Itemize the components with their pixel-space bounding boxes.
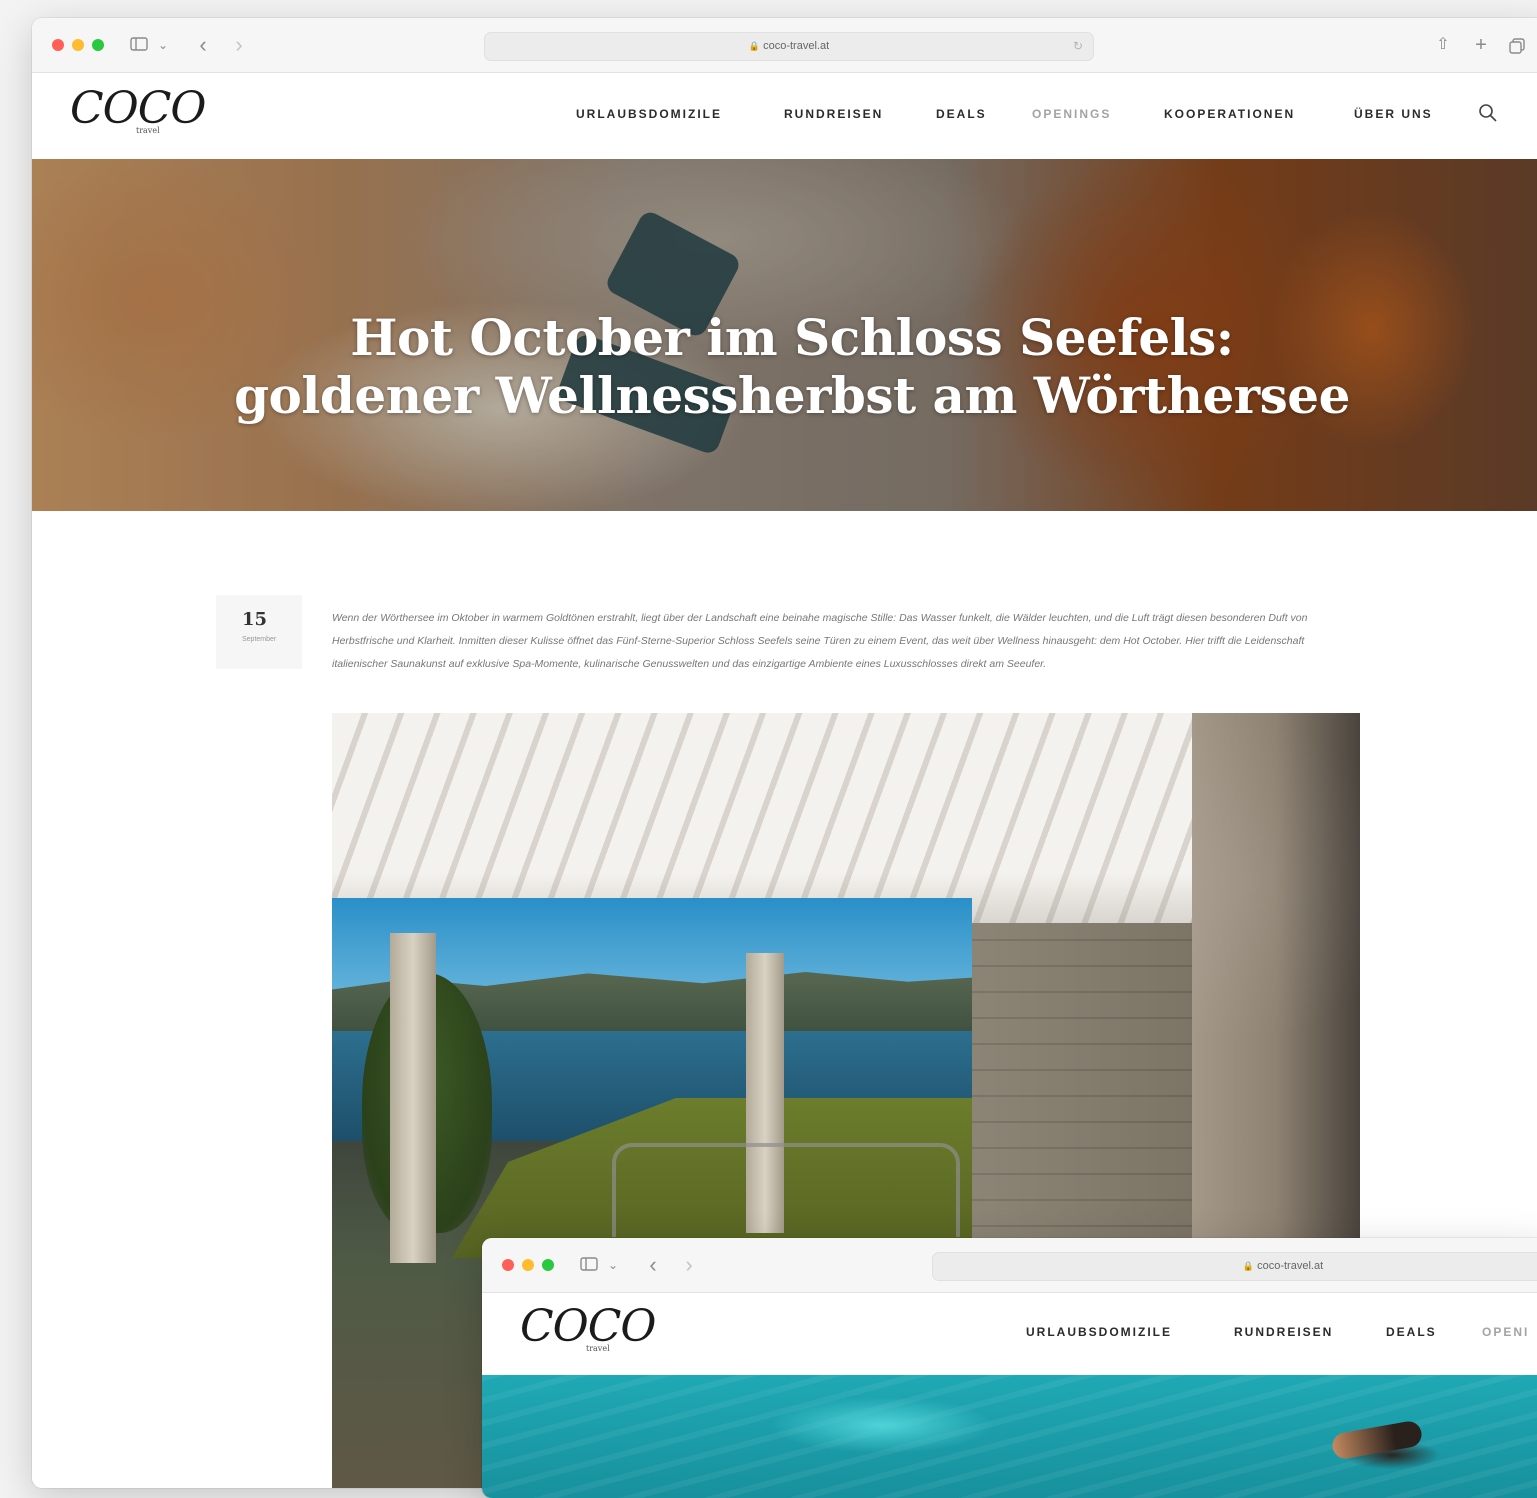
- minimize-window-button[interactable]: [72, 39, 84, 51]
- tab-overview-icon[interactable]: [1506, 33, 1528, 57]
- search-icon[interactable]: [1478, 103, 1498, 128]
- chevron-down-icon[interactable]: ⌄: [606, 1253, 620, 1277]
- nav-item-rundreisen[interactable]: RUNDREISEN: [1234, 1325, 1333, 1339]
- zoom-window-button[interactable]: [542, 1259, 554, 1271]
- nav-item-deals[interactable]: DEALS: [1386, 1325, 1437, 1339]
- lock-icon: 🔒: [748, 41, 761, 51]
- date-badge: 15 September: [216, 595, 302, 669]
- site-logo-subtitle: travel: [586, 1344, 610, 1353]
- close-window-button[interactable]: [52, 39, 64, 51]
- nav-item-openings[interactable]: OPENINGS: [1032, 107, 1111, 121]
- site-header: COCO travel URLAUBSDOMIZILE RUNDREISEN D…: [32, 73, 1537, 159]
- zoom-window-button[interactable]: [92, 39, 104, 51]
- nav-item-urlaubsdomizile[interactable]: URLAUBSDOMIZILE: [576, 107, 722, 121]
- date-day: 15: [242, 609, 268, 630]
- hero-image-pool: [482, 1375, 1537, 1498]
- article-intro: Wenn der Wörthersee im Oktober in warmem…: [332, 611, 1308, 670]
- sidebar-toggle-icon[interactable]: [128, 33, 150, 57]
- date-month: September: [242, 636, 277, 643]
- nav-item-rundreisen[interactable]: RUNDREISEN: [784, 107, 883, 121]
- forward-arrow-icon[interactable]: ›: [228, 33, 250, 57]
- new-tab-icon[interactable]: +: [1470, 33, 1492, 57]
- hero-banner: Hot October im Schloss Seefels: goldener…: [32, 159, 1537, 511]
- nav-item-kooperationen[interactable]: KOOPERATIONEN: [1164, 107, 1295, 121]
- minimize-window-button[interactable]: [522, 1259, 534, 1271]
- address-bar[interactable]: 🔒 coco-travel.at ↻: [484, 32, 1094, 61]
- nav-item-deals[interactable]: DEALS: [936, 107, 987, 121]
- site-header: COCO travel URLAUBSDOMIZILE RUNDREISEN D…: [482, 1293, 1537, 1375]
- nav-item-ueber-uns[interactable]: ÜBER UNS: [1354, 107, 1433, 121]
- back-arrow-icon[interactable]: ‹: [642, 1253, 664, 1277]
- back-arrow-icon[interactable]: ‹: [192, 33, 214, 57]
- article-title: Hot October im Schloss Seefels: goldener…: [234, 307, 1350, 425]
- lock-icon: 🔒: [1242, 1261, 1255, 1271]
- share-icon[interactable]: ⇧: [1432, 33, 1454, 57]
- address-text: coco-travel.at: [1257, 1260, 1324, 1272]
- site-logo-subtitle: travel: [136, 126, 160, 135]
- browser-window-secondary: ⌄ ‹ › 🔒 coco-travel.at COCO travel URLAUB…: [482, 1238, 1537, 1498]
- sidebar-toggle-icon[interactable]: [578, 1253, 600, 1277]
- nav-item-urlaubsdomizile[interactable]: URLAUBSDOMIZILE: [1026, 1325, 1172, 1339]
- browser-toolbar: ⌄ ‹ › 🔒 coco-travel.at: [482, 1238, 1537, 1293]
- forward-arrow-icon[interactable]: ›: [678, 1253, 700, 1277]
- chevron-down-icon[interactable]: ⌄: [156, 33, 170, 57]
- close-window-button[interactable]: [502, 1259, 514, 1271]
- nav-item-openings[interactable]: OPENI: [1482, 1325, 1529, 1339]
- reload-icon[interactable]: ↻: [1073, 33, 1083, 60]
- address-text: coco-travel.at: [763, 40, 830, 52]
- address-bar[interactable]: 🔒 coco-travel.at: [932, 1252, 1537, 1281]
- browser-toolbar: ⌄ ‹ › 🔒 coco-travel.at ↻ ⇧ +: [32, 18, 1537, 73]
